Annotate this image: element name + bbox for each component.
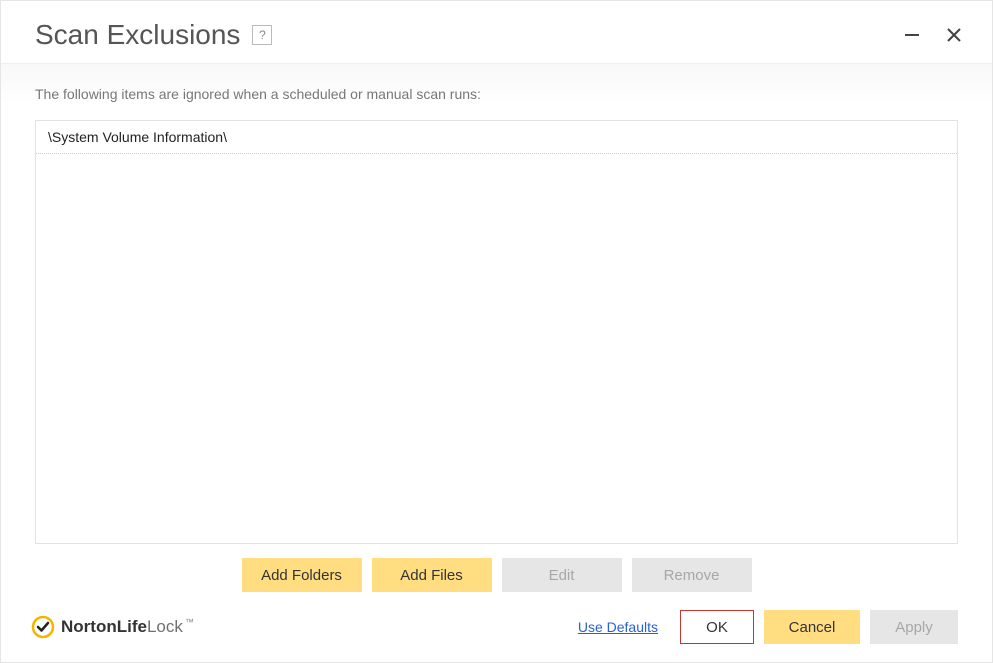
use-defaults-link[interactable]: Use Defaults: [578, 619, 658, 635]
brand-text: NortonLifeLock™: [61, 617, 194, 637]
titlebar: Scan Exclusions ?: [1, 1, 992, 64]
cancel-button[interactable]: Cancel: [764, 610, 860, 644]
ok-button[interactable]: OK: [680, 610, 754, 644]
add-files-button[interactable]: Add Files: [372, 558, 492, 592]
close-button[interactable]: [944, 25, 964, 45]
brand-part1: Norton: [61, 617, 117, 636]
checkmark-circle-icon: [31, 615, 55, 639]
list-actions: Add Folders Add Files Edit Remove: [35, 544, 958, 600]
apply-button: Apply: [870, 610, 958, 644]
window-controls: [902, 25, 964, 45]
list-item[interactable]: \System Volume Information\: [36, 121, 957, 154]
content-area: The following items are ignored when a s…: [1, 64, 992, 600]
brand-part3: Lock: [147, 617, 183, 636]
dialog-title: Scan Exclusions: [35, 19, 240, 51]
dialog-window: Scan Exclusions ? The following items ar…: [0, 0, 993, 663]
add-folders-button[interactable]: Add Folders: [242, 558, 362, 592]
remove-button: Remove: [632, 558, 752, 592]
title-area: Scan Exclusions ?: [35, 19, 272, 51]
exclusions-list[interactable]: \System Volume Information\: [35, 120, 958, 544]
dialog-buttons: OK Cancel Apply: [680, 610, 958, 644]
edit-button: Edit: [502, 558, 622, 592]
footer-actions: Use Defaults OK Cancel Apply: [578, 610, 958, 644]
brand-logo: NortonLifeLock™: [31, 615, 194, 639]
minimize-button[interactable]: [902, 25, 922, 45]
footer: NortonLifeLock™ Use Defaults OK Cancel A…: [1, 600, 992, 662]
trademark-icon: ™: [185, 617, 194, 627]
description-text: The following items are ignored when a s…: [35, 86, 958, 102]
brand-part2: Life: [117, 617, 147, 636]
help-icon[interactable]: ?: [252, 25, 272, 45]
